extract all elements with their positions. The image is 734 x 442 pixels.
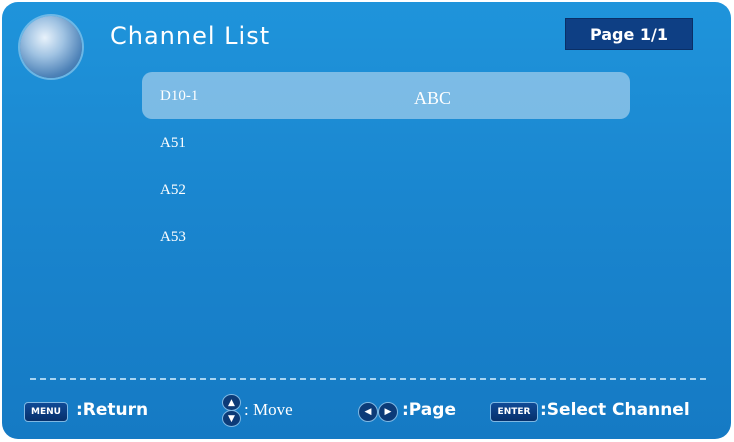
channel-name: ABC xyxy=(414,88,452,108)
page-hint: :Page xyxy=(402,400,456,420)
channel-number: A53 xyxy=(160,229,186,245)
left-right-arrows-icon: ◀ ▶ xyxy=(358,402,400,422)
channel-list: D10-1 ABC A51 A52 A53 xyxy=(142,72,630,260)
move-hint: : Move xyxy=(244,400,293,419)
footer-hints: MENU :Return ▲ ▼ : Move ◀ ▶ :Page ENTER … xyxy=(24,394,714,428)
footer-divider xyxy=(30,378,706,380)
up-down-arrows-icon: ▲ ▼ xyxy=(220,394,242,427)
channel-row-selected[interactable]: D10-1 ABC xyxy=(142,72,630,119)
page-indicator: Page 1/1 xyxy=(565,18,693,50)
channel-row[interactable]: A52 xyxy=(142,166,630,213)
channel-number: A51 xyxy=(160,135,186,151)
channel-row[interactable]: A51 xyxy=(142,119,630,166)
return-hint: :Return xyxy=(76,400,149,420)
channel-row[interactable]: A53 xyxy=(142,213,630,260)
select-channel-hint: :Select Channel xyxy=(540,400,690,420)
channel-list-screen: Channel List Page 1/1 D10-1 ABC A51 A52 … xyxy=(2,2,731,439)
enter-key-icon[interactable]: ENTER xyxy=(490,402,538,422)
channel-number: D10-1 xyxy=(160,88,199,104)
globe-icon xyxy=(20,16,82,78)
menu-key-icon[interactable]: MENU xyxy=(24,402,68,422)
channel-number: A52 xyxy=(160,182,186,198)
page-title: Channel List xyxy=(110,22,271,50)
